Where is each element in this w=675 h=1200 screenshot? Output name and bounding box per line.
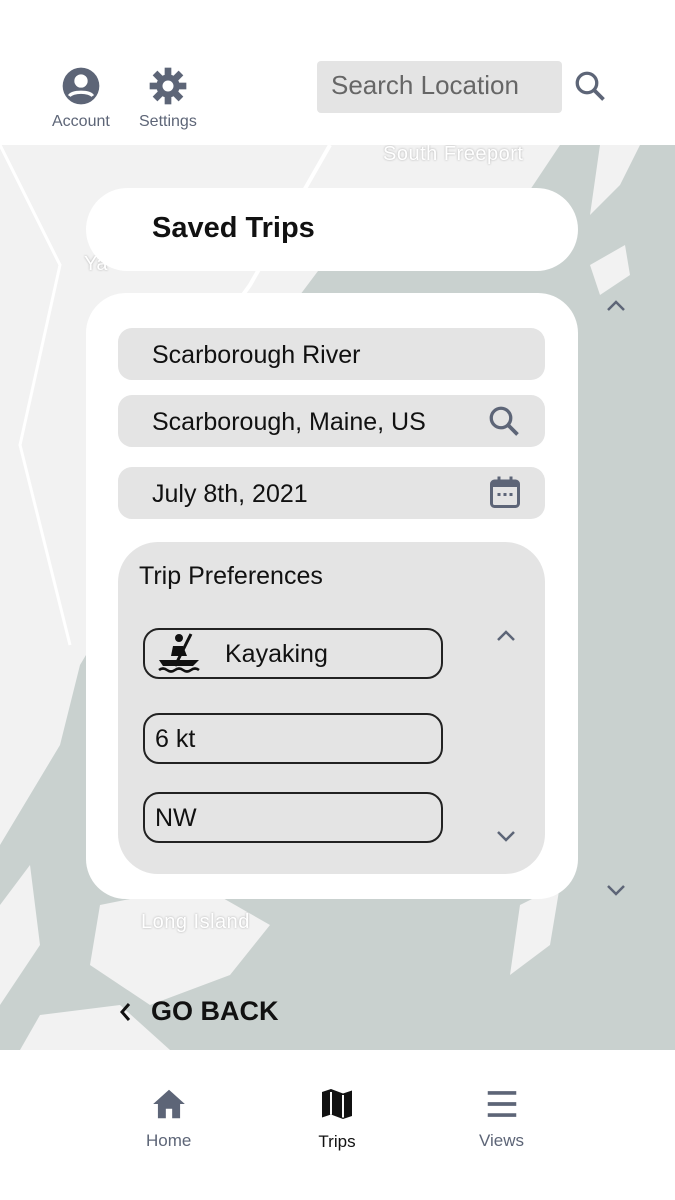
kayak-icon xyxy=(158,633,200,673)
chevron-up-icon[interactable] xyxy=(494,626,518,644)
account-button[interactable]: Account xyxy=(52,66,110,131)
search-icon[interactable] xyxy=(572,68,608,104)
scroll-down-icon[interactable] xyxy=(604,882,628,900)
search-icon[interactable] xyxy=(486,403,522,439)
trip-location-text: Scarborough, Maine, US xyxy=(152,408,426,436)
nav-home[interactable]: Home xyxy=(146,1086,191,1151)
account-icon xyxy=(62,67,100,105)
menu-icon xyxy=(487,1091,516,1117)
trip-preferences-title: Trip Preferences xyxy=(139,562,323,590)
nav-views-label: Views xyxy=(479,1131,525,1150)
saved-trips-title: Saved Trips xyxy=(86,188,578,271)
wind-direction-field[interactable]: NW xyxy=(143,792,443,843)
account-label: Account xyxy=(52,113,110,130)
go-back-button[interactable]: GO BACK xyxy=(115,996,279,1027)
nav-views[interactable]: Views xyxy=(479,1086,524,1151)
gear-icon xyxy=(149,67,187,105)
activity-label: Kayaking xyxy=(225,640,328,668)
trip-date-text: July 8th, 2021 xyxy=(152,480,308,508)
wind-speed-field[interactable]: 6 kt xyxy=(143,713,443,764)
chevron-left-icon xyxy=(120,1002,131,1021)
settings-button[interactable]: Settings xyxy=(139,66,197,131)
nav-home-label: Home xyxy=(146,1131,192,1150)
map-icon xyxy=(322,1089,352,1119)
trip-date-field[interactable]: July 8th, 2021 xyxy=(118,467,545,519)
trip-location-field[interactable]: Scarborough, Maine, US xyxy=(118,395,545,447)
search-location-input[interactable]: Search Location xyxy=(317,61,562,113)
scroll-up-icon[interactable] xyxy=(604,296,628,314)
nav-trips[interactable]: Trips xyxy=(318,1086,356,1152)
settings-label: Settings xyxy=(139,113,197,130)
go-back-label: GO BACK xyxy=(151,996,279,1026)
map-label: South Freeport xyxy=(383,145,524,165)
nav-trips-label: Trips xyxy=(318,1132,356,1151)
chevron-down-icon[interactable] xyxy=(494,828,518,846)
map-label: Long Island xyxy=(141,911,250,933)
trip-name-field[interactable]: Scarborough River xyxy=(118,328,545,380)
calendar-icon[interactable] xyxy=(487,474,523,512)
home-icon xyxy=(152,1089,185,1119)
